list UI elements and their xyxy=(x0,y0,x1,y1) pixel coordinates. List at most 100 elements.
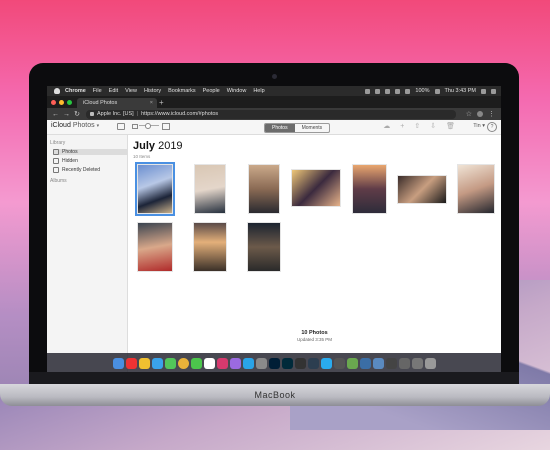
zoom-slider-knob[interactable] xyxy=(145,123,151,129)
list-icon[interactable] xyxy=(491,88,496,94)
minimize-window-button[interactable] xyxy=(59,100,64,105)
sidebar-item-hidden[interactable]: Hidden xyxy=(53,158,127,164)
tab-photos[interactable]: Photos xyxy=(265,124,295,132)
tab-icloud-photos[interactable]: iCloud Photos × xyxy=(77,98,157,108)
notes-icon[interactable] xyxy=(138,357,150,369)
app-icon[interactable] xyxy=(359,357,371,369)
footer-updated: Updated 3:35 PM xyxy=(296,337,333,342)
more-icon[interactable]: ⋮ xyxy=(488,110,495,118)
menu-bookmarks[interactable]: Bookmarks xyxy=(168,88,196,94)
sidebar-item-label: Photos xyxy=(62,149,78,155)
music-icon[interactable] xyxy=(216,357,228,369)
photo-thumbnail[interactable] xyxy=(194,164,226,214)
profile-avatar[interactable] xyxy=(477,111,483,117)
app-switcher[interactable]: iCloud Photos ▾ xyxy=(51,122,99,129)
zoom-slider[interactable] xyxy=(139,123,159,129)
photo-thumbnail[interactable] xyxy=(291,169,341,207)
settings-icon[interactable] xyxy=(255,357,267,369)
back-icon[interactable]: ← xyxy=(52,111,59,118)
upload-icon[interactable]: ☁ xyxy=(383,123,390,130)
menu-file[interactable]: File xyxy=(93,88,102,94)
menu-edit[interactable]: Edit xyxy=(109,88,118,94)
add-icon[interactable]: + xyxy=(400,123,404,130)
sidebar-item-recently-deleted[interactable]: Recently Deleted xyxy=(53,167,127,173)
reload-icon[interactable]: ↻ xyxy=(74,110,80,118)
close-window-button[interactable] xyxy=(51,100,56,105)
sidebar-toggle-icon[interactable] xyxy=(117,123,125,130)
zoom-in-icon[interactable] xyxy=(162,123,170,130)
status-icon[interactable] xyxy=(365,88,371,94)
photo-thumbnail[interactable] xyxy=(397,175,447,204)
albums-header: Albums xyxy=(50,178,67,184)
photo-thumbnail[interactable] xyxy=(247,222,281,272)
finder-icon[interactable] xyxy=(112,357,124,369)
sidebar-item-label: Hidden xyxy=(62,158,78,164)
app-icon[interactable] xyxy=(333,357,345,369)
photo-thumbnail[interactable] xyxy=(135,162,175,216)
photos-app-icon[interactable] xyxy=(203,357,215,369)
url-field[interactable]: Apple Inc. [US] | https://www.icloud.com… xyxy=(86,109,456,119)
trash-icon xyxy=(53,167,59,173)
app-name: iCloud xyxy=(51,122,71,129)
chevron-down-icon: ▾ xyxy=(96,123,100,129)
app-icon[interactable] xyxy=(346,357,358,369)
photo-thumbnail[interactable] xyxy=(137,222,173,272)
search-icon[interactable] xyxy=(481,88,486,94)
help-button[interactable]: ? xyxy=(487,122,497,132)
apple-icon[interactable] xyxy=(54,88,60,94)
menu-window[interactable]: Window xyxy=(227,88,247,94)
photo-thumbnail[interactable] xyxy=(352,164,387,214)
folder-icon[interactable] xyxy=(372,357,384,369)
tab-bar: iCloud Photos × + xyxy=(47,96,501,108)
status-icon[interactable] xyxy=(385,88,391,94)
download-icon[interactable]: ⇩ xyxy=(430,123,436,130)
year: 2019 xyxy=(158,140,183,152)
lightroom-icon[interactable] xyxy=(281,357,293,369)
safari-icon[interactable] xyxy=(151,357,163,369)
chrome-icon[interactable] xyxy=(177,357,189,369)
screen: Chrome File Edit View History Bookmarks … xyxy=(47,86,501,394)
photo-thumbnail[interactable] xyxy=(248,164,280,214)
photo-thumbnail[interactable] xyxy=(457,164,495,214)
new-tab-button[interactable]: + xyxy=(159,99,164,107)
wifi-icon[interactable] xyxy=(405,88,411,94)
trash-icon[interactable]: 🗑 xyxy=(446,123,455,130)
sidebar-item-photos[interactable]: Photos xyxy=(53,149,127,155)
view-switcher: Photos Moments xyxy=(264,123,331,133)
menu-people[interactable]: People xyxy=(203,88,220,94)
maps-icon[interactable] xyxy=(164,357,176,369)
zoom-window-button[interactable] xyxy=(67,100,72,105)
bluetooth-icon[interactable] xyxy=(395,88,401,94)
folder-icon[interactable] xyxy=(411,357,423,369)
star-icon[interactable]: ☆ xyxy=(466,110,472,118)
share-icon[interactable]: ⇧ xyxy=(414,123,420,130)
menu-clock[interactable]: Thu 3:43 PM xyxy=(445,88,477,94)
menu-history[interactable]: History xyxy=(144,88,161,94)
menu-help[interactable]: Help xyxy=(253,88,264,94)
tab-moments[interactable]: Moments xyxy=(295,124,330,132)
user-menu[interactable]: Tin ▾ xyxy=(473,123,485,129)
close-tab-icon[interactable]: × xyxy=(150,100,153,106)
trash-bin-icon[interactable] xyxy=(424,357,436,369)
lock-icon xyxy=(90,112,94,116)
folder-icon[interactable] xyxy=(385,357,397,369)
photoshop-icon[interactable] xyxy=(268,357,280,369)
messages-icon[interactable] xyxy=(190,357,202,369)
battery-percent[interactable]: 100% xyxy=(415,88,429,94)
podcast-icon[interactable] xyxy=(229,357,241,369)
battery-icon[interactable] xyxy=(434,88,440,94)
menu-view[interactable]: View xyxy=(125,88,137,94)
menu-chrome[interactable]: Chrome xyxy=(65,88,86,94)
terminal-icon[interactable] xyxy=(294,357,306,369)
zoom-out-icon[interactable] xyxy=(132,124,138,129)
laptop-display: Chrome File Edit View History Bookmarks … xyxy=(29,63,519,401)
appstore-icon[interactable] xyxy=(242,357,254,369)
photo-thumbnail[interactable] xyxy=(193,222,227,272)
app-icon[interactable] xyxy=(307,357,319,369)
folder-icon[interactable] xyxy=(398,357,410,369)
telegram-icon[interactable] xyxy=(320,357,332,369)
status-icon[interactable] xyxy=(375,88,381,94)
photo-actions: ☁ + ⇧ ⇩ 🗑 xyxy=(383,123,455,130)
calendar-icon[interactable] xyxy=(125,357,137,369)
forward-icon[interactable]: → xyxy=(63,111,70,118)
